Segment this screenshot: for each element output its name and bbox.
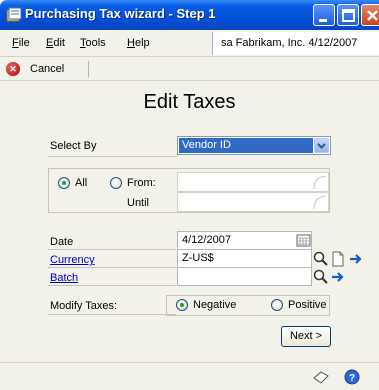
help-icon[interactable]: ? <box>344 369 360 385</box>
currency-link[interactable]: Currency <box>50 254 95 266</box>
select-by-label: Select By <box>50 140 97 152</box>
radio-negative[interactable] <box>176 299 188 311</box>
window-title: Purchasing Tax wizard - Step 1 <box>25 6 216 21</box>
from-lookup-icon <box>313 175 327 190</box>
dropdown-arrow-button[interactable] <box>314 138 329 153</box>
date-label: Date <box>50 236 74 248</box>
page-title: Edit Taxes <box>143 91 236 113</box>
next-button[interactable]: Next > <box>281 326 331 347</box>
radio-positive[interactable] <box>271 299 283 311</box>
menu-tools[interactable]: Tools <box>80 37 106 49</box>
close-icon <box>367 10 378 21</box>
radio-from[interactable] <box>110 177 122 189</box>
cancel-icon: ✕ <box>6 62 20 76</box>
title-bar[interactable]: Purchasing Tax wizard - Step 1 <box>0 0 379 30</box>
date-input[interactable]: 4/12/2007 <box>177 231 312 250</box>
negative-label: Negative <box>193 299 237 311</box>
cancel-button[interactable]: ✕ Cancel <box>6 60 64 78</box>
divider <box>48 267 176 268</box>
batch-input[interactable] <box>177 267 312 286</box>
until-label: Until <box>127 197 150 209</box>
currency-input[interactable]: Z-US$ <box>177 249 312 268</box>
minimize-icon <box>319 19 327 22</box>
svg-text:?: ? <box>349 373 355 384</box>
menu-help[interactable]: Help <box>127 37 150 49</box>
minimize-button[interactable] <box>313 4 335 26</box>
app-icon <box>6 7 22 22</box>
toolbar-separator <box>88 61 89 77</box>
lookup-magnifier-icon[interactable] <box>313 251 329 267</box>
modify-taxes-label: Modify Taxes: <box>50 300 118 312</box>
divider <box>48 285 176 286</box>
calendar-icon[interactable] <box>296 233 312 249</box>
wizard-window: Purchasing Tax wizard - Step 1 File Edit… <box>0 0 379 390</box>
all-label: All <box>75 177 88 189</box>
radio-all[interactable] <box>58 177 70 189</box>
divider <box>48 249 176 250</box>
new-document-icon[interactable] <box>330 251 346 267</box>
close-button[interactable] <box>361 4 379 26</box>
maximize-button[interactable] <box>337 4 359 26</box>
divider <box>48 156 176 157</box>
from-label: From: <box>127 177 156 189</box>
batch-link[interactable]: Batch <box>50 272 78 284</box>
chevron-down-icon <box>317 143 326 149</box>
user-company-date: sa Fabrikam, Inc. 4/12/2007 <box>212 32 379 55</box>
maximize-icon <box>342 9 355 22</box>
menu-file[interactable]: File <box>12 37 30 49</box>
cancel-label: Cancel <box>30 63 65 75</box>
select-by-dropdown[interactable]: Vendor ID <box>177 136 331 155</box>
from-input[interactable] <box>177 172 329 192</box>
toolbar: ✕ Cancel <box>0 57 379 81</box>
go-to-arrow-icon[interactable] <box>348 251 364 267</box>
select-by-value: Vendor ID <box>179 138 313 153</box>
go-to-arrow-icon[interactable] <box>330 269 346 285</box>
lookup-magnifier-icon[interactable] <box>313 269 329 285</box>
menu-edit[interactable]: Edit <box>46 37 65 49</box>
until-lookup-icon <box>313 195 327 210</box>
positive-label: Positive <box>288 299 327 311</box>
divider <box>48 314 176 315</box>
note-icon[interactable] <box>312 369 330 385</box>
status-bar: ? <box>0 362 379 390</box>
until-input[interactable] <box>177 192 329 212</box>
